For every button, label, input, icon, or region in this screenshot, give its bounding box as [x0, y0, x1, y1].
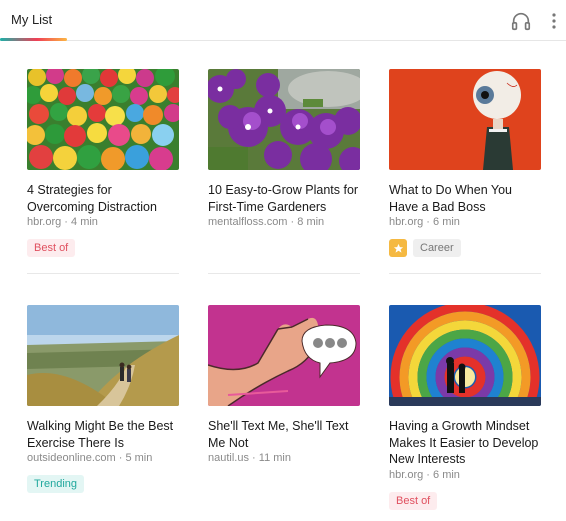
hand-speech-bubble-image [208, 305, 360, 406]
article-title[interactable]: Walking Might Be the Best Exercise There… [27, 418, 179, 451]
divider [27, 273, 179, 274]
article-title[interactable]: Having a Growth Mindset Makes It Easier … [389, 418, 541, 468]
article-meta: outsideonline.com · 5 min [27, 452, 153, 464]
divider [389, 273, 541, 274]
article-thumbnail[interactable] [389, 69, 541, 170]
active-tab-indicator [0, 38, 67, 41]
page-title: My List [11, 12, 53, 27]
article-read-time: 6 min [433, 216, 460, 228]
article-tags: Best of [389, 491, 541, 510]
article-read-time: 6 min [433, 468, 460, 481]
article-thumbnail[interactable] [27, 69, 179, 170]
article-title[interactable]: 4 Strategies for Overcoming Distraction [27, 182, 179, 215]
article-thumbnail[interactable] [208, 305, 360, 406]
tag-best-of[interactable]: Best of [389, 491, 438, 510]
tag-trending[interactable]: Trending [27, 475, 85, 493]
article-title[interactable]: She'll Text Me, She'll Text Me Not [208, 418, 360, 451]
article-source: hbr.org [389, 468, 424, 481]
eyeball-man-image [389, 69, 541, 170]
favorite-star-icon[interactable] [389, 239, 407, 257]
article-meta: hbr.org · 6 min [389, 216, 460, 228]
article-title[interactable]: What to Do When You Have a Bad Boss [389, 182, 541, 215]
hot-air-balloon-image [389, 305, 541, 406]
article-thumbnail[interactable] [208, 69, 360, 170]
article-read-time: 5 min [125, 452, 153, 464]
purple-pansies-image [208, 69, 360, 170]
article-card[interactable]: 10 Easy-to-Grow Plants for First-Time Ga… [208, 69, 360, 228]
article-meta: hbr.org · 4 min [27, 216, 98, 228]
star-icon [393, 243, 403, 253]
article-tags: Best of [27, 239, 179, 257]
article-source: nautil.us [208, 452, 249, 464]
article-thumbnail[interactable] [389, 305, 541, 406]
article-source: outsideonline.com [27, 452, 116, 464]
article-source: hbr.org [27, 216, 62, 228]
article-source: mentalfloss.com [208, 216, 288, 228]
headphones-icon[interactable] [510, 10, 532, 32]
article-source: hbr.org [389, 216, 424, 228]
article-meta: mentalfloss.com · 8 min [208, 216, 325, 228]
colorful-balls-image [27, 69, 179, 170]
more-vert-icon[interactable] [548, 11, 560, 31]
article-card[interactable]: Having a Growth Mindset Makes It Easier … [389, 305, 541, 510]
article-card[interactable]: What to Do When You Have a Bad Boss hbr.… [389, 69, 541, 257]
article-title[interactable]: 10 Easy-to-Grow Plants for First-Time Ga… [208, 182, 360, 215]
top-app-bar: My List [0, 0, 566, 41]
tag-career[interactable]: Career [413, 239, 461, 257]
article-read-time: 8 min [297, 216, 325, 228]
article-meta: hbr.org · 6 min [389, 468, 460, 481]
article-tags: Trending [27, 475, 179, 493]
article-card[interactable]: She'll Text Me, She'll Text Me Not nauti… [208, 305, 360, 464]
tag-best-of[interactable]: Best of [27, 239, 76, 257]
article-tags: Career [389, 239, 541, 257]
divider [208, 273, 360, 274]
article-card[interactable]: Walking Might Be the Best Exercise There… [27, 305, 179, 493]
article-card[interactable]: 4 Strategies for Overcoming Distraction … [27, 69, 179, 257]
article-thumbnail[interactable] [27, 305, 179, 406]
article-read-time: 11 min [258, 452, 291, 464]
article-read-time: 4 min [71, 216, 98, 228]
article-meta: nautil.us · 11 min [208, 452, 291, 464]
hill-walkers-image [27, 305, 179, 406]
